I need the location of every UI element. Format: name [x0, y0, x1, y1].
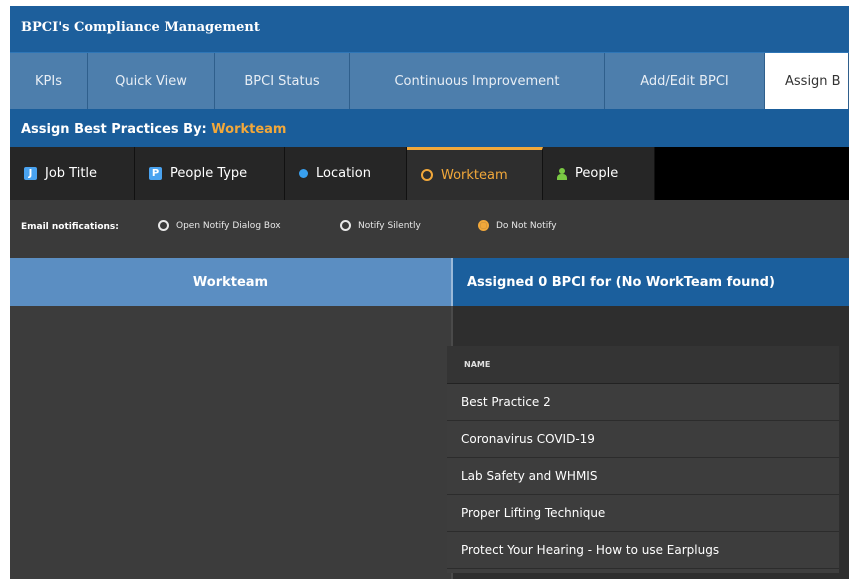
tab-workteam[interactable]: Workteam: [407, 147, 543, 200]
bpci-grid: NAME Best Practice 2 Coronavirus COVID-1…: [447, 346, 839, 573]
tab-location[interactable]: Location: [285, 147, 407, 200]
tab-assign-bpci[interactable]: Assign B: [765, 53, 849, 109]
person-icon: [557, 167, 567, 180]
tab-people[interactable]: People: [543, 147, 655, 200]
tab-kpis[interactable]: KPIs: [10, 53, 88, 109]
location-icon: [299, 169, 308, 178]
tab-quick-view[interactable]: Quick View: [88, 53, 215, 109]
radio-do-not-notify[interactable]: Do Not Notify: [478, 220, 557, 231]
table-row[interactable]: Protect Your Hearing - How to use Earplu…: [447, 532, 839, 569]
email-notifications-label: Email notifications:: [21, 222, 119, 232]
job-title-icon: J: [24, 167, 37, 180]
radio-unchecked-icon: [340, 220, 351, 231]
grid-column-name[interactable]: NAME: [447, 346, 839, 384]
app-title: BPCI's Compliance Management: [21, 20, 260, 35]
tab-people-type[interactable]: P People Type: [135, 147, 285, 200]
table-row[interactable]: Proper Lifting Technique: [447, 495, 839, 532]
main-nav: KPIs Quick View BPCI Status Continuous I…: [10, 53, 849, 109]
workteam-list-panel: [10, 306, 453, 579]
tab-continuous-improvement[interactable]: Continuous Improvement: [350, 53, 605, 109]
email-notifications-bar: Email notifications: Open Notify Dialog …: [10, 200, 849, 258]
radio-notify-silently[interactable]: Notify Silently: [340, 220, 421, 231]
table-row[interactable]: Best Practice 2: [447, 384, 839, 421]
tab-job-title[interactable]: J Job Title: [10, 147, 135, 200]
assign-header: Assign Best Practices By: Workteam: [10, 109, 849, 147]
tab-add-edit-bpci[interactable]: Add/Edit BPCI: [605, 53, 765, 109]
assign-header-value: Workteam: [211, 122, 287, 137]
assign-header-label: Assign Best Practices By: Workteam: [21, 122, 287, 137]
workteam-panel-header: Workteam: [10, 258, 453, 306]
assign-by-tabs: J Job Title P People Type Location Workt…: [10, 147, 849, 200]
table-row[interactable]: Coronavirus COVID-19: [447, 421, 839, 458]
workteam-icon: [421, 169, 433, 181]
people-type-icon: P: [149, 167, 162, 180]
title-bar: BPCI's Compliance Management: [10, 6, 849, 53]
tab-bpci-status[interactable]: BPCI Status: [215, 53, 350, 109]
assigned-panel-header: Assigned 0 BPCI for (No WorkTeam found): [453, 258, 849, 306]
radio-checked-icon: [478, 220, 489, 231]
table-row[interactable]: Lab Safety and WHMIS: [447, 458, 839, 495]
radio-open-notify-dialog[interactable]: Open Notify Dialog Box: [158, 220, 281, 231]
radio-unchecked-icon: [158, 220, 169, 231]
